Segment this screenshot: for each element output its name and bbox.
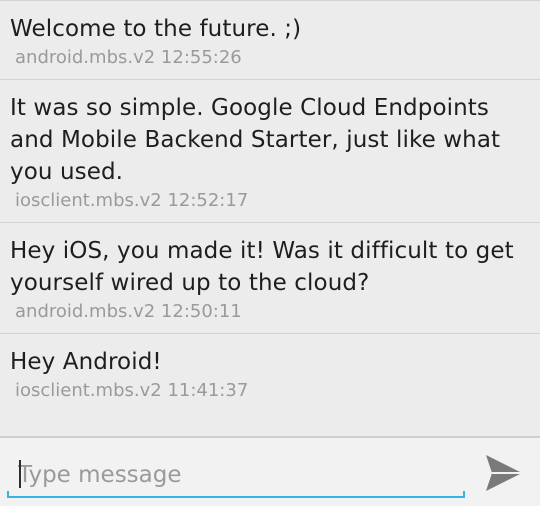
text-caret [19,460,21,488]
message-item: Welcome to the future. ;) android.mbs.v2… [0,0,540,79]
message-meta: iosclient.mbs.v2 11:41:37 [15,380,249,401]
message-composer [0,436,540,506]
input-underline [7,491,465,498]
message-text: It was so simple. Google Cloud Endpoints… [10,95,501,185]
message-meta: iosclient.mbs.v2 12:52:17 [15,190,249,211]
message-item: It was so simple. Google Cloud Endpoints… [0,79,540,222]
message-meta: android.mbs.v2 12:50:11 [15,301,242,322]
message-input[interactable] [18,460,458,490]
message-list[interactable]: Welcome to the future. ;) android.mbs.v2… [0,0,540,436]
send-button[interactable] [478,450,530,496]
message-text: Hey iOS, you made it! Was it difficult t… [10,238,514,296]
message-item: Hey Android! iosclient.mbs.v2 11:41:37 [0,333,540,412]
send-icon [486,455,522,491]
message-meta: android.mbs.v2 12:55:26 [15,47,242,68]
message-text: Hey Android! [10,349,162,375]
message-text: Welcome to the future. ;) [10,16,302,42]
message-item: Hey iOS, you made it! Was it difficult t… [0,222,540,333]
message-input-container[interactable] [7,452,465,498]
